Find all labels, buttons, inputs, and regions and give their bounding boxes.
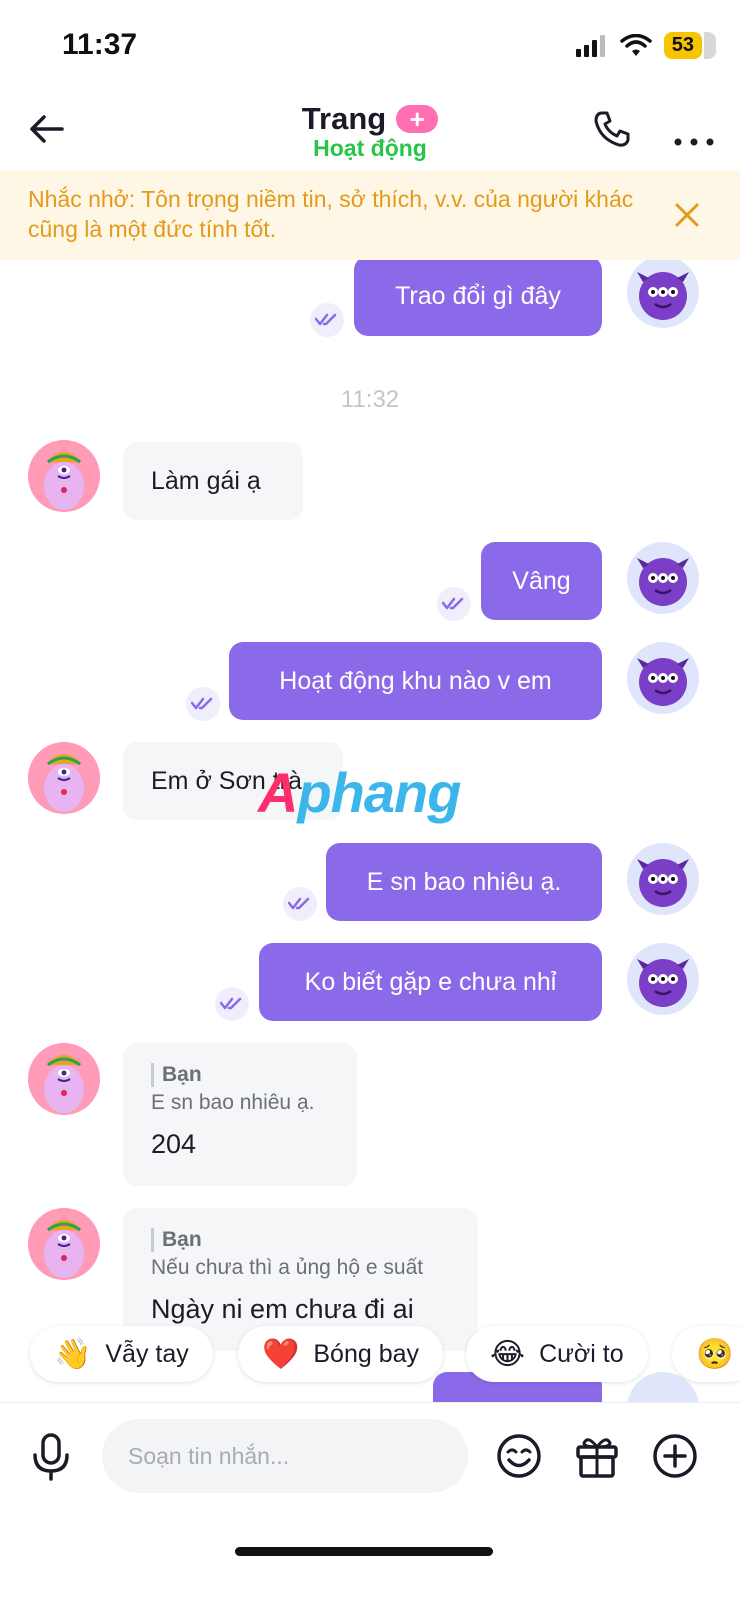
reminder-banner: Nhắc nhở: Tôn trọng niềm tin, sở thích, … xyxy=(0,170,740,260)
laughing-face-icon: 😂 xyxy=(490,1337,526,1371)
quoted-reply-bubble[interactable]: Bạn E sn bao nhiêu ạ. 204 xyxy=(123,1043,357,1186)
contact-avatar[interactable] xyxy=(28,1208,100,1280)
quote-text: E sn bao nhiêu ạ. xyxy=(151,1091,315,1114)
status-bar: 11:37 53 xyxy=(0,0,740,95)
chip-label: Vẫy tay xyxy=(105,1339,189,1368)
contact-avatar[interactable] xyxy=(28,742,100,814)
watermark-logo: Aphang xyxy=(258,761,461,824)
quick-reply-pleading[interactable]: 🥺 xyxy=(672,1326,740,1382)
reply-text: 204 xyxy=(151,1129,197,1159)
chat-header: Trang + Hoạt động xyxy=(0,95,740,170)
quick-reply-laugh[interactable]: 😂 Cười to xyxy=(466,1326,648,1382)
message-bubble-sent[interactable]: E sn bao nhiêu ạ. xyxy=(326,843,602,921)
waving-hand-icon: 👋 xyxy=(54,1337,92,1371)
quick-reply-balloon[interactable]: ❤️ Bóng bay xyxy=(238,1326,443,1382)
read-receipt-icon xyxy=(186,687,220,721)
reminder-text: Nhắc nhở: Tôn trọng niềm tin, sở thích, … xyxy=(28,186,634,242)
quick-reply-bar[interactable]: 👋 Vẫy tay ❤️ Bóng bay 😂 Cười to 🥺 xyxy=(0,1322,740,1386)
message-bubble-sent[interactable]: Vâng xyxy=(481,542,602,620)
chip-label: Cười to xyxy=(539,1339,624,1368)
read-receipt-icon xyxy=(310,303,344,337)
contact-avatar[interactable] xyxy=(28,440,100,512)
gift-icon[interactable] xyxy=(574,1433,620,1479)
read-receipt-icon xyxy=(215,987,249,1021)
composer-bar xyxy=(0,1402,740,1600)
contact-name: Trang xyxy=(301,101,387,136)
my-avatar[interactable] xyxy=(627,943,699,1015)
microphone-icon[interactable] xyxy=(30,1433,72,1481)
my-avatar[interactable] xyxy=(627,843,699,915)
message-bubble-received[interactable]: Làm gái ạ xyxy=(123,442,303,520)
my-avatar[interactable] xyxy=(627,542,699,614)
message-bubble-sent[interactable]: Hoạt động khu nào v em xyxy=(229,642,602,720)
status-icons: 53 xyxy=(575,32,717,59)
pleading-face-icon: 🥺 xyxy=(696,1337,734,1371)
message-input[interactable] xyxy=(102,1419,468,1493)
heart-icon: ❤️ xyxy=(262,1337,300,1371)
home-indicator xyxy=(235,1547,493,1556)
chip-label: Bóng bay xyxy=(313,1339,419,1368)
wifi-icon xyxy=(620,33,652,56)
quote-text: Nếu chưa thì a ủng hộ e suất xyxy=(151,1256,424,1279)
quote-author: Bạn xyxy=(151,1228,450,1252)
my-avatar[interactable] xyxy=(627,642,699,714)
plus-badge[interactable]: + xyxy=(396,105,439,133)
phone-icon[interactable] xyxy=(592,109,632,149)
my-avatar[interactable] xyxy=(627,260,699,328)
quick-reply-wave[interactable]: 👋 Vẫy tay xyxy=(30,1326,213,1382)
add-icon[interactable] xyxy=(652,1433,698,1479)
message-bubble-sent[interactable]: Trao đổi gì đây xyxy=(354,260,602,336)
contact-avatar[interactable] xyxy=(28,1043,100,1115)
message-list[interactable]: Trao đổi gì đây 11:32 Làm gái ạ Vâng Hoạ… xyxy=(0,260,740,1410)
close-icon[interactable] xyxy=(674,202,700,228)
message-bubble-sent[interactable]: Ko biết gặp e chưa nhỉ xyxy=(259,943,602,1021)
cellular-signal-icon xyxy=(575,34,605,57)
battery-icon: 53 xyxy=(663,32,717,59)
reply-text: Ngày ni em chưa đi ai xyxy=(151,1294,414,1324)
quote-author: Bạn xyxy=(151,1063,329,1087)
read-receipt-icon xyxy=(283,887,317,921)
read-receipt-icon xyxy=(437,587,471,621)
emoji-icon[interactable] xyxy=(496,1433,542,1479)
status-time: 11:37 xyxy=(62,28,138,61)
more-options-icon[interactable] xyxy=(672,109,716,149)
time-divider: 11:32 xyxy=(340,386,400,413)
